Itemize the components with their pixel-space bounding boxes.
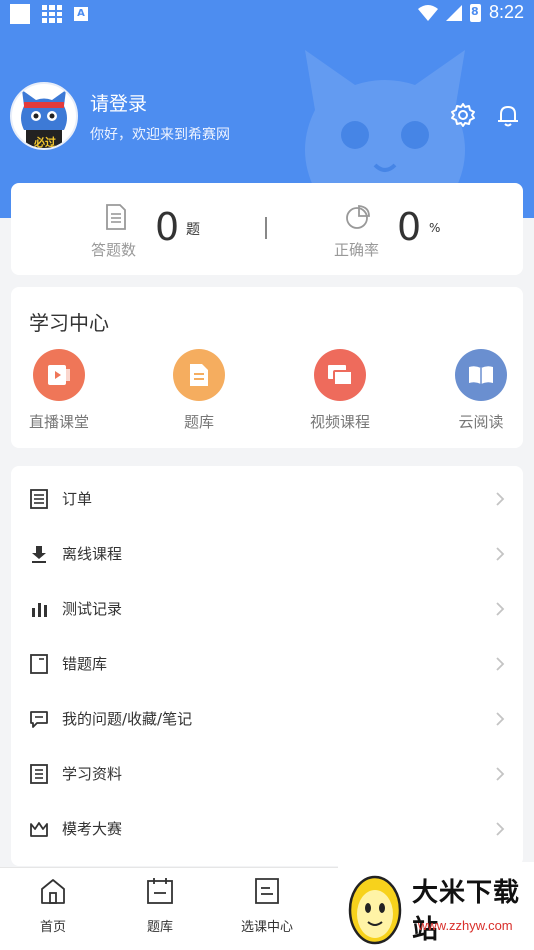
gear-icon[interactable] [450, 102, 476, 128]
bar-chart-icon [32, 603, 47, 617]
login-link[interactable]: 请登录 [90, 89, 147, 116]
calendar-icon [147, 878, 173, 904]
menu-item-study-materials[interactable]: 学习资料 [11, 747, 523, 802]
menu-item-mock-exam[interactable]: 模考大赛 [11, 802, 523, 857]
menu-item-label: 离线课程 [62, 545, 123, 563]
wifi-icon [417, 4, 438, 21]
menu-item-label: 错题库 [62, 655, 108, 673]
document-icon [30, 764, 48, 784]
answered-count-unit: 题 [186, 222, 200, 238]
menu-item-wrong-questions[interactable]: 错题库 [11, 637, 523, 692]
video-course-label: 视频课程 [309, 413, 370, 431]
menu-item-label: 订单 [62, 490, 93, 508]
tab-label: 选课中心 [240, 920, 293, 935]
stats-divider [265, 217, 267, 239]
answered-count-label: 答题数 [91, 241, 137, 259]
chevron-right-icon [496, 492, 505, 506]
notification-icon [10, 4, 30, 24]
chevron-right-icon [496, 547, 505, 561]
crown-icon [30, 822, 48, 837]
accuracy-unit: % [429, 221, 441, 235]
menu-item-orders[interactable]: 订单 [11, 472, 523, 527]
menu-list: 订单 离线课程 测试记录 错题库 我的问题/收藏/笔记 学习资料 模考大赛 [11, 466, 523, 866]
battery-icon: 8 [469, 3, 481, 22]
accuracy-value: 0 [397, 205, 422, 249]
bell-icon[interactable] [495, 102, 521, 128]
tab-home[interactable]: 首页 [8, 876, 98, 935]
clock: 8:22 [488, 2, 524, 22]
welcome-text: 你好，欢迎来到希赛网 [90, 127, 230, 143]
watermark-title: 大米下载站 [412, 878, 521, 945]
chevron-right-icon [496, 657, 505, 671]
tab-label: 题库 [146, 920, 173, 935]
live-class-label: 直播课堂 [28, 413, 89, 431]
chevron-right-icon [496, 822, 505, 836]
open-book-icon [455, 349, 507, 401]
video-course-icon [314, 349, 366, 401]
cloud-reading-label: 云阅读 [458, 413, 504, 431]
wrong-question-book-icon [30, 654, 48, 674]
accuracy-label: 正确率 [334, 241, 380, 259]
menu-item-questions-favorites-notes[interactable]: 我的问题/收藏/笔记 [11, 692, 523, 747]
study-center-card: 学习中心 直播课堂 题库 视频课程 云阅读 [11, 287, 523, 448]
watermark-logo: 大米下载站 www.zzhyw.com [338, 862, 534, 950]
menu-item-offline-courses[interactable]: 离线课程 [11, 527, 523, 582]
avatar-badge: 必过 [34, 136, 56, 149]
tab-course-center[interactable]: 选课中心 [222, 876, 312, 935]
tab-question-bank[interactable]: 题库 [115, 876, 205, 935]
live-class-icon [33, 349, 85, 401]
chevron-right-icon [496, 767, 505, 781]
question-bank-label: 题库 [183, 413, 214, 431]
chevron-right-icon [496, 712, 505, 726]
app-grid-icon [42, 5, 62, 23]
chevron-right-icon [496, 602, 505, 616]
video-course-button[interactable]: 视频课程 [295, 349, 385, 432]
download-icon [32, 546, 46, 563]
answered-count-value: 0 [155, 205, 180, 249]
avatar[interactable]: 必过 [10, 82, 78, 150]
order-list-icon [30, 489, 48, 509]
tab-label: 首页 [39, 920, 66, 935]
keyboard-a-icon: A [74, 7, 88, 21]
menu-item-label: 测试记录 [62, 600, 123, 618]
stats-card: 答题数 0 题 正确率 0 % [11, 183, 523, 275]
menu-item-test-records[interactable]: 测试记录 [11, 582, 523, 637]
menu-item-label: 模考大赛 [62, 820, 123, 838]
cloud-reading-button[interactable]: 云阅读 [436, 349, 526, 432]
question-bank-button[interactable]: 题库 [154, 349, 244, 432]
chat-bubble-icon [30, 711, 48, 728]
file-icon [255, 878, 279, 904]
pie-chart-icon [346, 205, 370, 229]
menu-item-label: 学习资料 [62, 765, 123, 783]
egg-mascot-icon [348, 875, 402, 945]
live-class-button[interactable]: 直播课堂 [14, 349, 104, 432]
watermark-url: www.zzhyw.com [418, 918, 513, 933]
signal-icon [445, 4, 462, 21]
menu-item-label: 我的问题/收藏/笔记 [62, 710, 193, 728]
home-icon [41, 879, 65, 904]
study-center-title: 学习中心 [29, 311, 109, 335]
question-bank-icon [173, 349, 225, 401]
answer-sheet-icon [106, 204, 126, 230]
status-bar: A 8 8:22 [0, 0, 534, 28]
